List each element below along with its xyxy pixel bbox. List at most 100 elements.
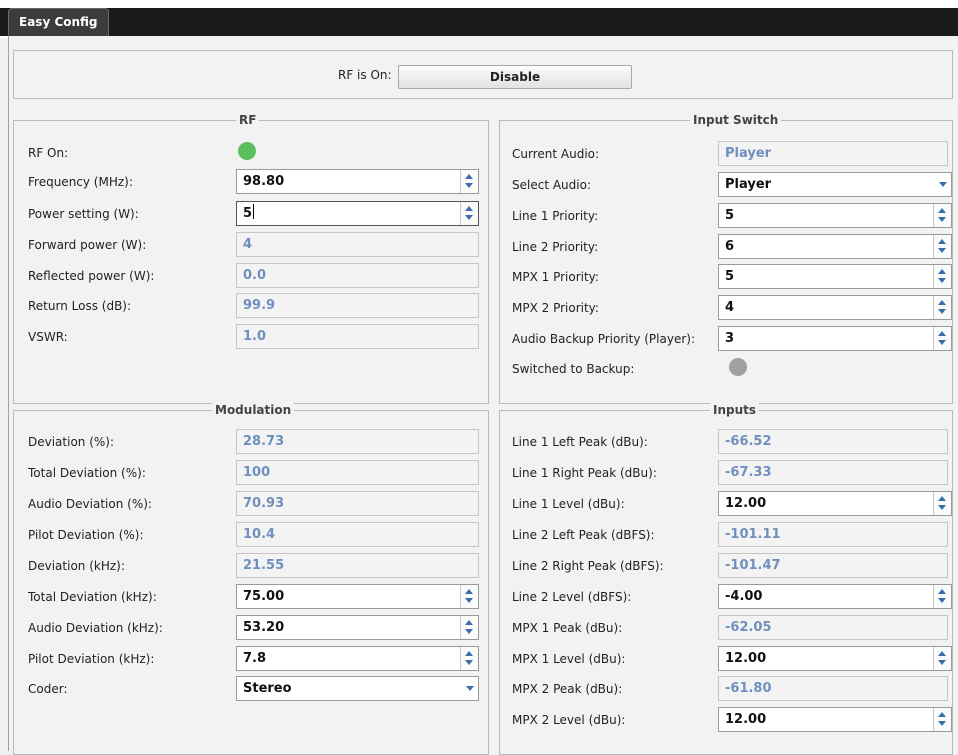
line2-priority-spinner[interactable] (933, 235, 951, 258)
line1-level-input[interactable]: 12.00 (718, 491, 952, 516)
coder-value: Stereo (243, 681, 292, 696)
mpx1-peak-label: MPX 1 Peak (dBu): (512, 621, 623, 635)
mpx1-priority-value: 5 (725, 269, 735, 284)
rf-on-label: RF On: (28, 146, 69, 160)
deviation-khz-label: Deviation (kHz): (28, 559, 125, 573)
line2-level-value: -4.00 (725, 589, 763, 604)
mpx1-level-spinner[interactable] (933, 647, 951, 670)
power-setting-input[interactable]: 5 (236, 201, 479, 226)
audio-backup-priority-input[interactable]: 3 (718, 326, 952, 351)
mpx2-level-spinner[interactable] (933, 708, 951, 731)
pilot-deviation-khz-spinner[interactable] (460, 647, 478, 670)
pilot-deviation-pct-field: 10.4 (236, 522, 479, 547)
modulation-title: Modulation (212, 403, 295, 417)
audio-backup-priority-label: Audio Backup Priority (Player): (512, 332, 695, 346)
mpx1-priority-spinner[interactable] (933, 265, 951, 288)
forward-power-field: 4 (236, 232, 479, 257)
mpx1-level-label: MPX 1 Level (dBu): (512, 652, 626, 666)
text-caret (253, 204, 255, 219)
current-audio-label: Current Audio: (512, 147, 600, 161)
total-deviation-khz-input[interactable]: 75.00 (236, 584, 479, 609)
deviation-khz-field: 21.55 (236, 553, 479, 578)
inputs-panel: Inputs Line 1 Left Peak (dBu): -66.52 Li… (499, 403, 953, 755)
audio-backup-priority-value: 3 (725, 331, 735, 346)
line2-right-peak-field: -101.47 (718, 553, 948, 578)
mpx2-level-value: 12.00 (725, 712, 767, 727)
frequency-label: Frequency (MHz): (28, 175, 133, 189)
tab-strip (0, 8, 958, 36)
line2-left-peak-label: Line 2 Left Peak (dBFS): (512, 528, 655, 542)
tab-easy-config[interactable]: Easy Config (8, 8, 109, 36)
line1-priority-spinner[interactable] (933, 204, 951, 227)
rf-panel: RF RF On: Frequency (MHz): 98.80 Power s… (13, 113, 489, 404)
deviation-pct-field: 28.73 (236, 429, 479, 454)
switched-to-backup-label: Switched to Backup: (512, 362, 635, 376)
line1-level-value: 12.00 (725, 496, 767, 511)
audio-deviation-khz-input[interactable]: 53.20 (236, 615, 479, 640)
line1-left-peak-label: Line 1 Left Peak (dBu): (512, 435, 648, 449)
audio-backup-priority-spinner[interactable] (933, 327, 951, 350)
line2-level-spinner[interactable] (933, 585, 951, 608)
line1-level-spinner[interactable] (933, 492, 951, 515)
pilot-deviation-pct-label: Pilot Deviation (%): (28, 528, 144, 542)
power-setting-label: Power setting (W): (28, 207, 139, 221)
coder-label: Coder: (28, 682, 68, 696)
select-audio-value: Player (725, 177, 772, 192)
current-audio-field: Player (718, 141, 948, 166)
audio-deviation-khz-label: Audio Deviation (kHz): (28, 621, 163, 635)
line1-level-label: Line 1 Level (dBu): (512, 497, 625, 511)
line2-priority-input[interactable]: 6 (718, 234, 952, 259)
chevron-down-icon (466, 686, 474, 691)
frequency-spinner[interactable] (460, 170, 478, 193)
coder-dropdown[interactable]: Stereo (236, 676, 479, 701)
modulation-panel: Modulation Deviation (%): 28.73 Total De… (13, 403, 489, 755)
mpx2-priority-spinner[interactable] (933, 296, 951, 319)
pilot-deviation-khz-input[interactable]: 7.8 (236, 646, 479, 671)
input-switch-title: Input Switch (690, 113, 782, 127)
audio-deviation-khz-value: 53.20 (243, 620, 285, 635)
select-audio-dropdown[interactable]: Player (718, 172, 952, 197)
deviation-pct-label: Deviation (%): (28, 435, 115, 449)
mpx1-level-input[interactable]: 12.00 (718, 646, 952, 671)
mpx2-priority-input[interactable]: 4 (718, 295, 952, 320)
disable-button[interactable]: Disable (398, 65, 632, 89)
rf-status-panel: RF is On: Disable (13, 50, 953, 99)
line2-level-label: Line 2 Level (dBFS): (512, 590, 632, 604)
mpx1-priority-input[interactable]: 5 (718, 264, 952, 289)
total-deviation-khz-spinner[interactable] (460, 585, 478, 608)
pilot-deviation-khz-value: 7.8 (243, 651, 267, 666)
line2-left-peak-field: -101.11 (718, 522, 948, 547)
rf-on-indicator (238, 142, 256, 160)
main-content: RF is On: Disable RF RF On: Frequency (M… (8, 36, 958, 755)
power-setting-value: 5 (243, 206, 253, 221)
tab-bar: Easy Config (0, 0, 958, 38)
pilot-deviation-khz-label: Pilot Deviation (kHz): (28, 652, 155, 666)
line1-priority-input[interactable]: 5 (718, 203, 952, 228)
return-loss-label: Return Loss (dB): (28, 299, 132, 313)
vswr-field: 1.0 (236, 324, 479, 349)
mpx2-level-input[interactable]: 12.00 (718, 707, 952, 732)
rf-panel-title: RF (236, 113, 260, 127)
rf-is-on-label: RF is On: (338, 68, 392, 82)
line2-level-input[interactable]: -4.00 (718, 584, 952, 609)
line2-priority-value: 6 (725, 239, 735, 254)
reflected-power-label: Reflected power (W): (28, 269, 155, 283)
mpx2-priority-label: MPX 2 Priority: (512, 301, 599, 315)
mpx1-level-value: 12.00 (725, 651, 767, 666)
frequency-value: 98.80 (243, 174, 285, 189)
total-deviation-pct-field: 100 (236, 460, 479, 485)
power-setting-spinner[interactable] (460, 202, 478, 225)
line1-priority-value: 5 (725, 208, 735, 223)
audio-deviation-khz-spinner[interactable] (460, 616, 478, 639)
line1-right-peak-label: Line 1 Right Peak (dBu): (512, 466, 657, 480)
line1-left-peak-field: -66.52 (718, 429, 948, 454)
reflected-power-field: 0.0 (236, 263, 479, 288)
switched-to-backup-indicator (729, 358, 747, 376)
frequency-input[interactable]: 98.80 (236, 169, 479, 194)
line1-priority-label: Line 1 Priority: (512, 209, 599, 223)
line2-priority-label: Line 2 Priority: (512, 240, 599, 254)
mpx2-priority-value: 4 (725, 300, 735, 315)
mpx2-peak-field: -61.80 (718, 676, 948, 701)
mpx1-priority-label: MPX 1 Priority: (512, 270, 599, 284)
line1-right-peak-field: -67.33 (718, 460, 948, 485)
